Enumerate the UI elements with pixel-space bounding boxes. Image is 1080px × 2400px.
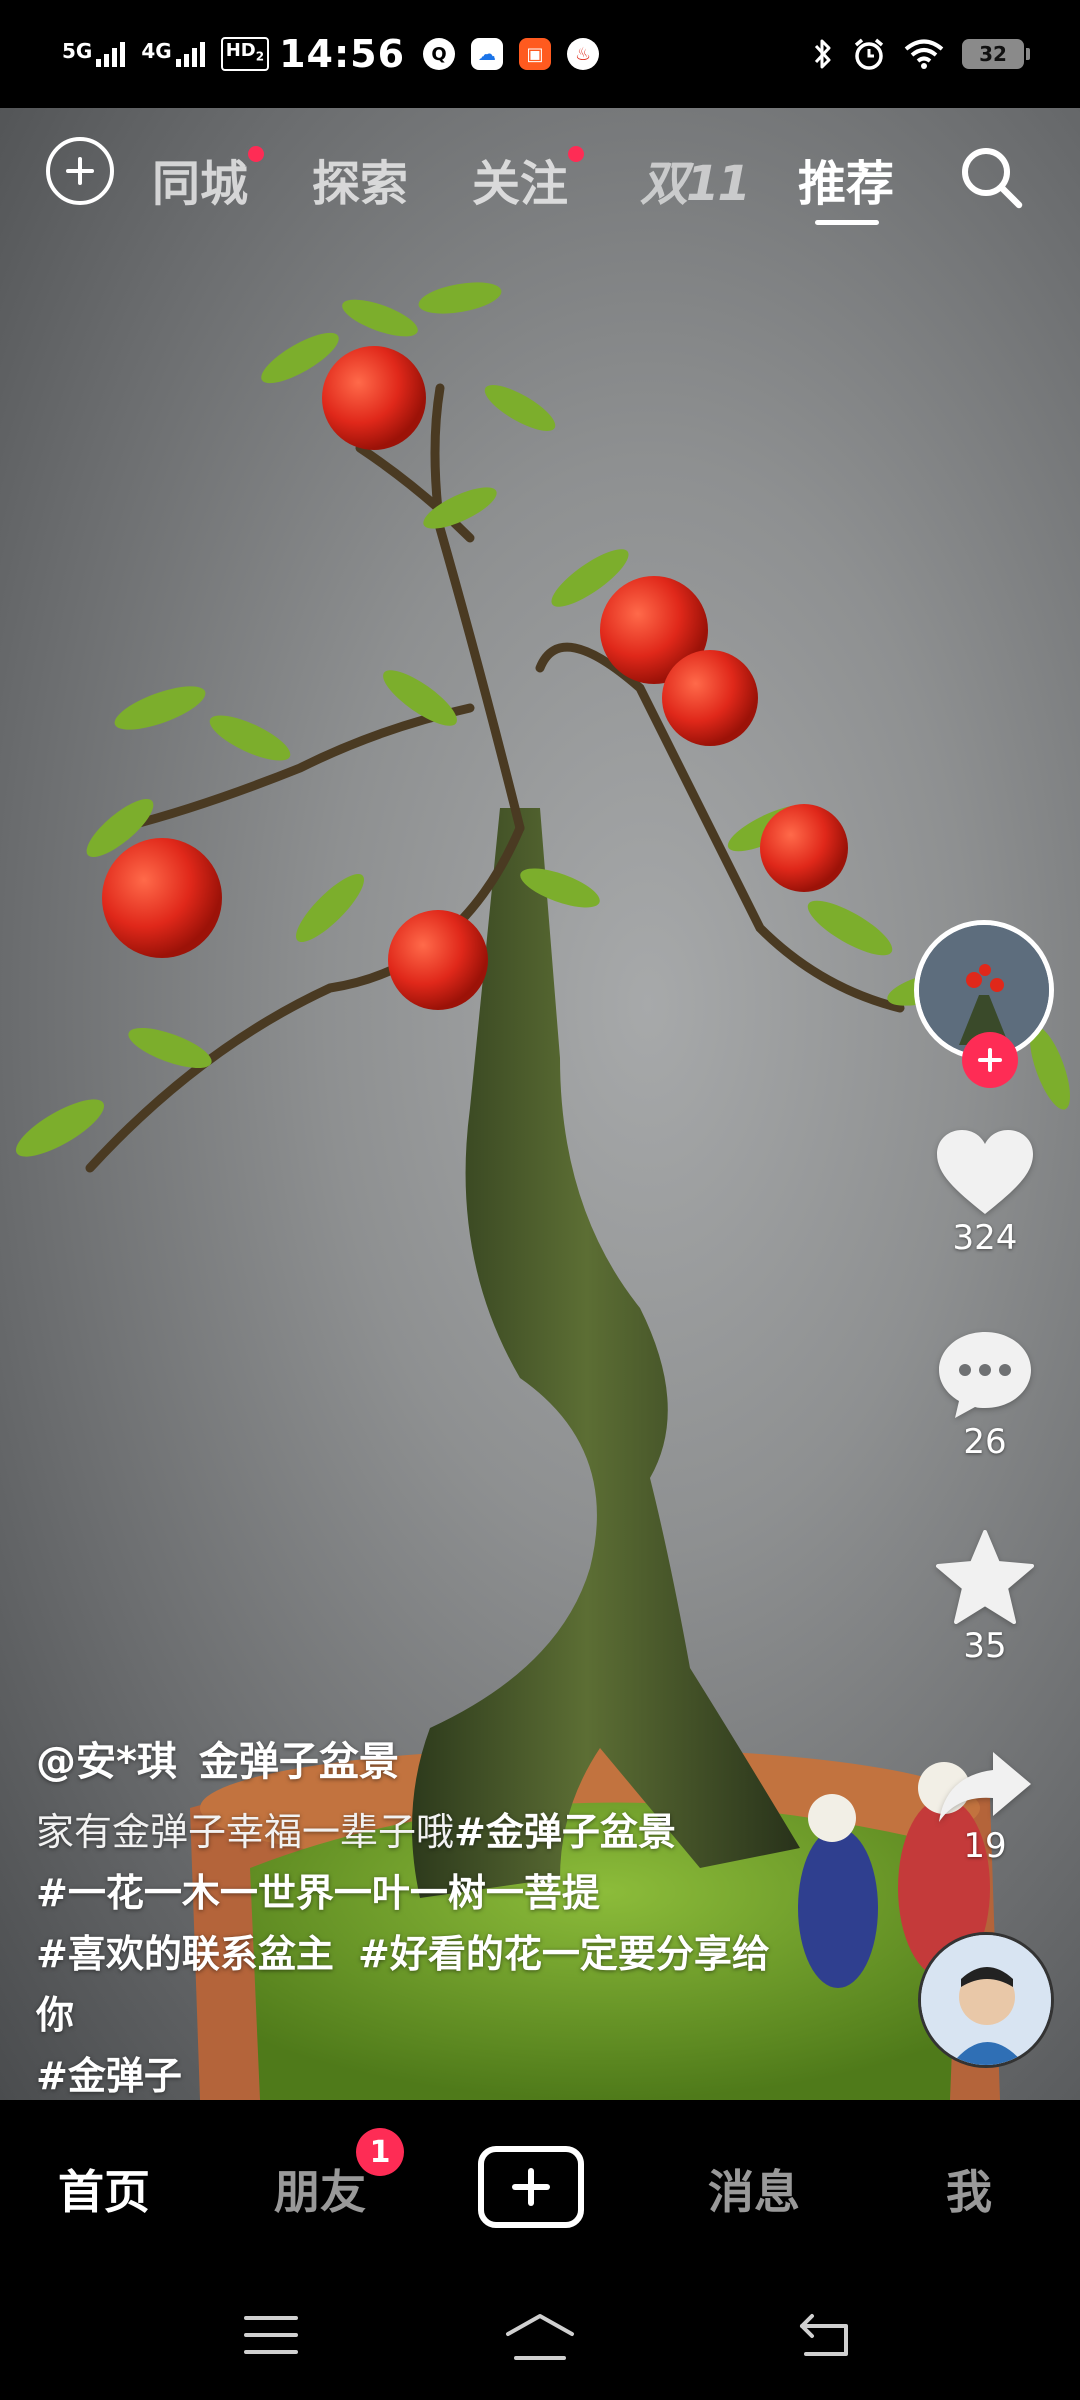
video-title: 金弹子盆景 — [198, 1739, 399, 1785]
comment-count: 26 — [963, 1422, 1007, 1462]
clock: 14:56 — [279, 32, 406, 76]
notification-dot — [568, 146, 585, 162]
follow-button[interactable] — [962, 1032, 1018, 1088]
favorite-button[interactable]: 35 — [910, 1530, 1060, 1666]
home-icon[interactable] — [504, 2312, 576, 2362]
battery-icon: 32 — [962, 39, 1030, 69]
like-button[interactable]: 324 — [910, 1128, 1060, 1258]
share-button[interactable]: 19 — [910, 1748, 1060, 1866]
description-line: 家有金弹子幸福一辈子哦#金弹子盆景 — [36, 1802, 796, 1863]
description-line: #金弹子 — [36, 2046, 796, 2107]
menu-icon[interactable] — [244, 2312, 298, 2358]
description-line: #一花一木一世界一叶一树一菩提 — [36, 1863, 796, 1924]
music-disc-image — [921, 1935, 1051, 2065]
hashtag-link[interactable]: #金弹子盆景 — [454, 1810, 676, 1854]
status-bar: 5G 4G HD2 14:56 Q ☁ ▣ ♨ 32 — [0, 0, 1080, 108]
author-name[interactable]: @安*琪 — [36, 1739, 177, 1785]
friends-badge: 1 — [356, 2128, 404, 2176]
hd-voice-icon: HD2 — [220, 37, 270, 71]
author-avatar-wrap[interactable] — [914, 920, 1054, 1088]
music-disc[interactable] — [918, 1932, 1054, 2068]
back-icon[interactable] — [796, 2312, 852, 2358]
share-arrow-icon — [939, 1752, 1031, 1822]
tab-label: 关注 — [472, 156, 569, 212]
bottom-nav-bar: 首页 朋友 1 消息 我 — [0, 2100, 1080, 2272]
battery-level: 32 — [979, 42, 1007, 66]
taobao-icon: ▣ — [519, 38, 552, 70]
screen: 5G 4G HD2 14:56 Q ☁ ▣ ♨ 32 同城 探索 关注 双11 … — [0, 0, 1080, 2400]
add-circle-icon[interactable] — [46, 137, 114, 205]
tab-recommended[interactable]: 推荐 — [798, 144, 894, 214]
hashtag-link[interactable]: #一花一木一世界一叶一树一菩提 — [36, 1871, 600, 1915]
alarm-icon — [854, 38, 884, 70]
hd-label: HD — [225, 40, 256, 62]
fire-icon: ♨ — [567, 38, 600, 70]
favorite-count: 35 — [963, 1626, 1007, 1666]
hd-sub-label: 2 — [255, 49, 265, 64]
share-count: 19 — [963, 1826, 1007, 1866]
nav-friends[interactable]: 朋友 — [274, 2156, 366, 2222]
signal-5g-icon: 5G — [62, 39, 126, 67]
comment-icon — [939, 1332, 1031, 1418]
active-tab-indicator — [815, 220, 879, 225]
star-icon — [936, 1530, 1034, 1624]
top-tab-bar: 同城 探索 关注 双11 推荐 — [0, 108, 1080, 238]
comment-button[interactable]: 26 — [910, 1328, 1060, 1462]
system-nav-bar — [0, 2272, 1080, 2400]
tab-label: 同城 — [152, 156, 249, 212]
bluetooth-icon — [814, 39, 831, 69]
create-button[interactable] — [478, 2146, 584, 2228]
hashtag-link[interactable]: #喜欢的联系盆主 — [36, 1932, 334, 1976]
nav-me-label: 我 — [946, 2165, 992, 2219]
tab-explore[interactable]: 探索 — [312, 144, 408, 214]
nav-home-label: 首页 — [58, 2165, 150, 2219]
signal-4g-icon: 4G — [141, 39, 205, 67]
description-text: 家有金弹子幸福一辈子哦 — [36, 1810, 455, 1854]
network-type-label: 5G — [62, 39, 93, 63]
tab-label: 探索 — [312, 156, 409, 212]
tab-label: 推荐 — [798, 156, 895, 212]
video-caption: @安*琪 金弹子盆景 家有金弹子幸福一辈子哦#金弹子盆景 #一花一木一世界一叶一树… — [36, 1736, 796, 2107]
hashtag-link[interactable]: #金弹子 — [36, 2054, 182, 2098]
nav-home[interactable]: 首页 — [58, 2156, 150, 2222]
tab-following[interactable]: 关注 — [472, 144, 585, 214]
qq-icon: Q — [423, 38, 456, 70]
search-icon[interactable] — [956, 142, 1026, 212]
nav-me[interactable]: 我 — [946, 2156, 992, 2222]
wifi-icon — [904, 39, 944, 69]
nav-friends-label: 朋友 — [274, 2165, 366, 2219]
description-line: #喜欢的联系盆主 #好看的花一定要分享给你 — [36, 1924, 796, 2046]
network-type-label: 4G — [141, 39, 172, 63]
author-line: @安*琪 金弹子盆景 — [36, 1736, 796, 1788]
like-count: 324 — [952, 1218, 1018, 1258]
tab-double11[interactable]: 双11 — [640, 144, 751, 214]
nav-messages[interactable]: 消息 — [708, 2156, 800, 2222]
tab-label: 双11 — [640, 156, 751, 212]
video-description: 家有金弹子幸福一辈子哦#金弹子盆景 #一花一木一世界一叶一树一菩提 #喜欢的联系… — [36, 1802, 796, 2107]
cloud-app-icon: ☁ — [471, 38, 504, 70]
tab-same-city[interactable]: 同城 — [152, 144, 265, 214]
notification-dot — [248, 146, 265, 162]
nav-messages-label: 消息 — [708, 2165, 800, 2219]
heart-icon — [937, 1130, 1033, 1214]
